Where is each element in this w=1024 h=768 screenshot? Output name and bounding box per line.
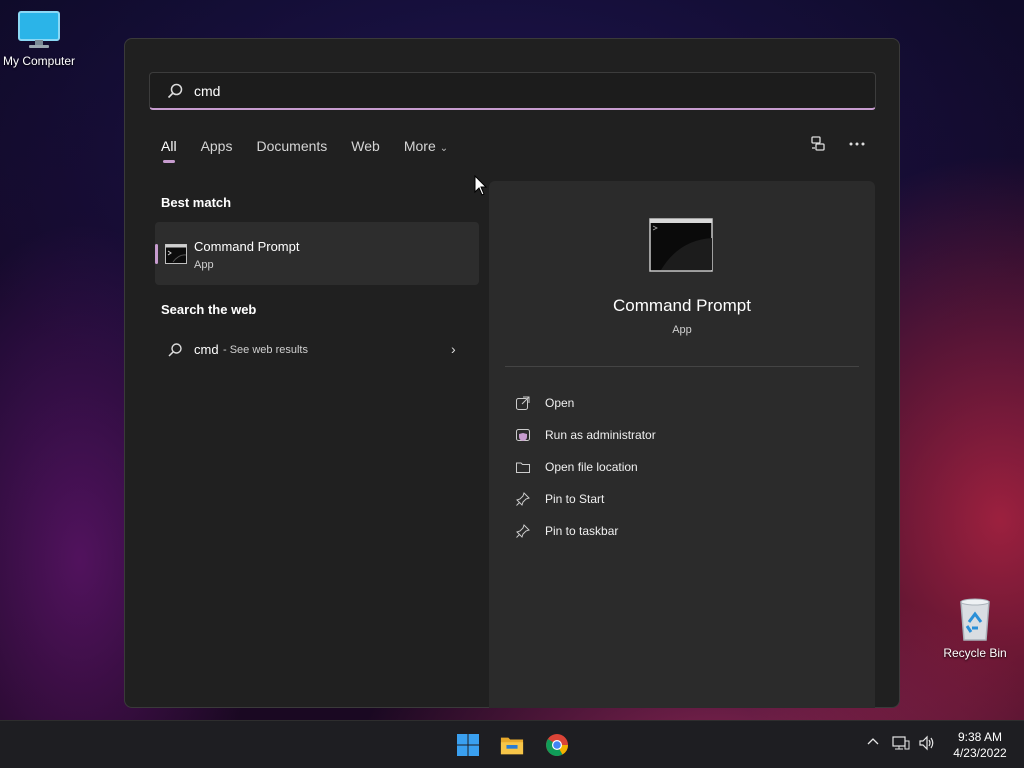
recycle-bin-icon	[960, 598, 990, 641]
tab-web[interactable]: Web	[351, 138, 380, 154]
best-match-type: App	[194, 259, 214, 271]
best-match-item[interactable]: Command Prompt App	[155, 222, 479, 285]
action-pin-to-start[interactable]: Pin to Start	[515, 483, 656, 515]
command-prompt-icon	[165, 244, 187, 264]
web-query: cmd	[194, 342, 219, 357]
tab-documents[interactable]: Documents	[256, 138, 327, 154]
more-options-icon[interactable]	[849, 141, 865, 147]
action-label: Open file location	[545, 460, 638, 474]
selection-indicator	[155, 244, 158, 264]
tab-more-label: More	[403, 138, 436, 154]
pin-icon	[516, 492, 530, 506]
web-result-item[interactable]: cmd - See web results ›	[165, 341, 465, 361]
search-box[interactable]	[149, 72, 876, 110]
taskbar-clock[interactable]: 9:38 AM 4/23/2022	[948, 729, 1012, 761]
action-label: Run as administrator	[545, 428, 656, 442]
best-match-name: Command Prompt	[194, 239, 300, 254]
action-label: Open	[545, 396, 575, 410]
desktop-icon-label: Recycle Bin	[943, 646, 1007, 660]
search-icon	[168, 343, 182, 357]
preview-app-type: App	[672, 324, 692, 336]
clock-time: 9:38 AM	[957, 730, 1003, 744]
filter-tabs: All Apps Documents Web More ⌄	[161, 138, 472, 163]
windows-start-icon[interactable]	[456, 733, 480, 757]
tab-all[interactable]: All	[161, 138, 177, 163]
action-pin-to-taskbar[interactable]: Pin to taskbar	[515, 515, 656, 547]
chrome-icon[interactable]	[545, 733, 569, 757]
file-explorer-icon[interactable]	[500, 733, 524, 757]
search-input[interactable]	[194, 82, 794, 99]
action-list: Open Run as administrator Open file loca…	[515, 387, 656, 547]
panel-toolbar	[809, 135, 865, 153]
taskbar: 9:38 AM 4/23/2022	[0, 720, 1024, 768]
action-open-file-location[interactable]: Open file location	[515, 451, 656, 483]
best-match-heading: Best match	[161, 195, 232, 210]
folder-icon	[516, 462, 530, 473]
chevron-down-icon: ⌄	[439, 143, 449, 154]
web-result-suffix: - See web results	[223, 344, 308, 356]
desktop-icon-label: My Computer	[2, 54, 76, 68]
search-panel: All Apps Documents Web More⌄ Best match …	[124, 38, 900, 708]
preview-pane: Command Prompt App Open Run as administr…	[489, 181, 875, 708]
mouse-cursor-icon	[474, 175, 488, 196]
desktop-icon-my-computer[interactable]: My Computer	[0, 10, 84, 68]
search-web-heading: Search the web	[161, 302, 257, 317]
open-icon	[516, 396, 530, 410]
action-label: Pin to taskbar	[545, 524, 619, 538]
account-switch-icon[interactable]	[809, 135, 827, 153]
tab-more[interactable]: More ⌄	[404, 138, 448, 154]
pin-icon	[516, 524, 530, 538]
action-run-as-admin[interactable]: Run as administrator	[515, 419, 656, 451]
tab-apps[interactable]: Apps	[201, 138, 233, 154]
volume-icon[interactable]	[918, 735, 936, 754]
command-prompt-icon	[649, 218, 713, 272]
shield-window-icon	[516, 429, 530, 441]
clock-date: 4/23/2022	[953, 746, 1007, 760]
action-open[interactable]: Open	[515, 387, 656, 419]
desktop-icon-recycle-bin[interactable]: Recycle Bin	[930, 598, 1020, 660]
monitor-icon	[18, 11, 60, 48]
preview-app-name: Command Prompt	[613, 296, 751, 315]
action-label: Pin to Start	[545, 492, 605, 506]
network-icon[interactable]	[892, 735, 910, 754]
chevron-up-icon[interactable]	[866, 735, 880, 752]
divider	[505, 366, 859, 367]
search-icon	[167, 83, 183, 98]
chevron-right-icon: ›	[451, 341, 456, 357]
